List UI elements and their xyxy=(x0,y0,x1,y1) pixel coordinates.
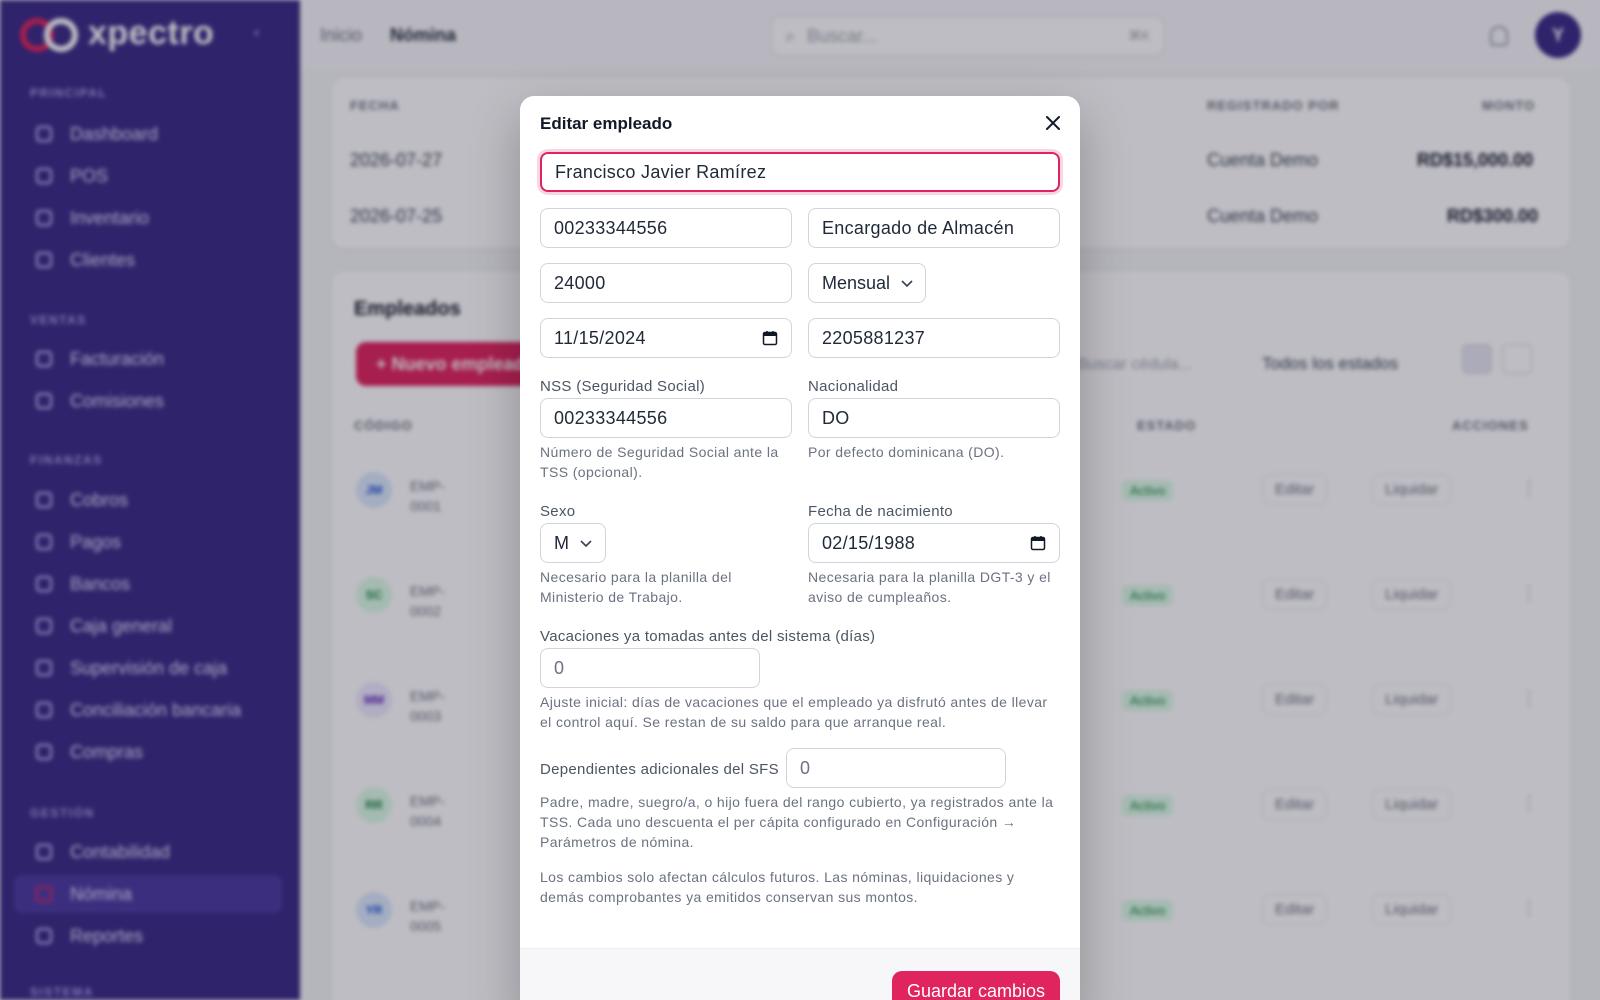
modal-footer: Guardar cambios xyxy=(520,948,1080,1000)
birth-date-label: Fecha de nacimiento xyxy=(808,503,953,520)
hire-date-field[interactable]: 11/15/2024 xyxy=(540,318,792,358)
vacation-label: Vacaciones ya tomadas antes del sistema … xyxy=(540,628,876,645)
vacation-help: Ajuste inicial: días de vacaciones que e… xyxy=(540,694,1048,730)
phone-field[interactable]: 2205881237 xyxy=(808,318,1060,358)
changes-notice: Los cambios solo afectan cálculos futuro… xyxy=(540,869,1015,905)
cedula-field[interactable]: 00233344556 xyxy=(540,208,792,248)
sex-help: Necesario para la planilla del Ministeri… xyxy=(540,569,732,605)
modal-title: Editar empleado xyxy=(540,114,673,133)
nss-label: NSS (Seguridad Social) xyxy=(540,378,706,395)
nationality-field[interactable]: DO xyxy=(808,398,1060,438)
position-field[interactable]: Encargado de Almacén xyxy=(808,208,1060,248)
edit-employee-modal: Editar empleado Francisco Javier Ramírez… xyxy=(520,96,1080,1000)
sex-label: Sexo xyxy=(540,503,576,520)
calendar-icon[interactable] xyxy=(762,330,778,346)
nationality-label: Nacionalidad xyxy=(808,378,899,395)
dependents-field[interactable]: 0 xyxy=(786,748,1006,788)
pay-frequency-select[interactable]: Mensual xyxy=(808,263,926,303)
nss-help: Número de Seguridad Social ante la TSS (… xyxy=(540,444,779,480)
chevron-down-icon xyxy=(901,280,913,288)
dependents-label: Dependientes adicionales del SFS xyxy=(540,761,779,778)
nationality-help: Por defecto dominicana (DO). xyxy=(808,444,1005,460)
chevron-down-icon xyxy=(580,540,592,548)
dependents-help: Padre, madre, suegro/a, o hijo fuera del… xyxy=(540,794,1054,850)
salary-field[interactable]: 24000 xyxy=(540,263,792,303)
birth-date-field[interactable]: 02/15/1988 xyxy=(808,523,1060,563)
name-field[interactable]: Francisco Javier Ramírez xyxy=(540,152,1060,192)
close-icon[interactable] xyxy=(1042,112,1064,134)
birth-date-help: Necesaria para la planilla DGT-3 y el av… xyxy=(808,569,1051,605)
calendar-icon[interactable] xyxy=(1030,535,1046,551)
nss-field[interactable]: 00233344556 xyxy=(540,398,792,438)
sex-select[interactable]: M xyxy=(540,523,606,563)
save-button[interactable]: Guardar cambios xyxy=(892,971,1060,1000)
vacation-days-field[interactable]: 0 xyxy=(540,648,760,688)
